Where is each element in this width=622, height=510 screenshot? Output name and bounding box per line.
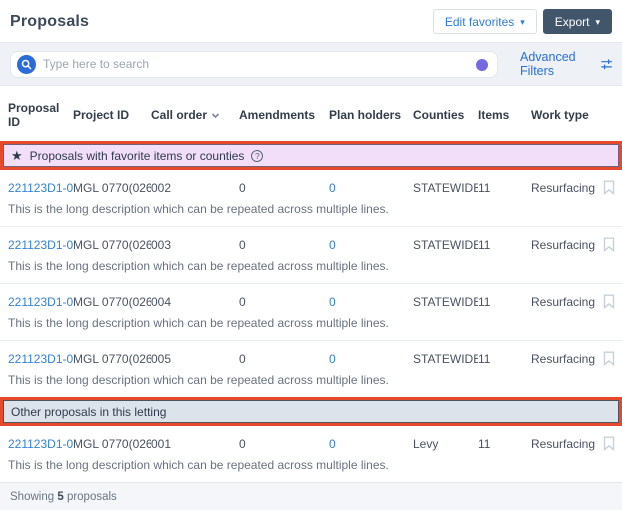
title-bar: Proposals Edit favorites ▾ Export ▾: [0, 0, 622, 42]
call-order-cell: 003: [151, 237, 172, 252]
items-cell: 11: [478, 180, 491, 195]
bookmark-icon[interactable]: [603, 351, 615, 366]
proposal-row: 221123D1-004 MGL 0770(026) 004 0 0 STATE…: [0, 284, 622, 341]
amendments-cell: 0: [239, 237, 246, 252]
export-label: Export: [554, 14, 590, 29]
call-order-cell: 004: [151, 294, 172, 309]
footer-count: 5: [57, 491, 64, 503]
favorites-section-label: Proposals with favorite items or countie…: [29, 148, 245, 163]
counties-cell: STATEWIDE: [413, 237, 478, 252]
proposal-description: This is the long description which can b…: [8, 202, 389, 216]
sort-chevron-icon: [211, 112, 220, 118]
proposal-row: 221123D1-003 MGL 0770(026) 003 0 0 STATE…: [0, 227, 622, 284]
work-type-cell: Resurfacing: [531, 180, 596, 195]
sliders-icon: [600, 58, 612, 69]
favorites-highlight-box: ★ Proposals with favorite items or count…: [0, 141, 622, 170]
work-type-cell: Resurfacing: [531, 237, 596, 252]
advanced-filters-link[interactable]: Advanced Filters: [520, 50, 612, 78]
proposal-description: This is the long description which can b…: [8, 458, 389, 472]
footer-prefix: Showing: [10, 491, 55, 503]
proposal-description: This is the long description which can b…: [8, 373, 389, 387]
proposal-row: 221123D1-005 MGL 0770(026) 005 0 0 STATE…: [0, 341, 622, 397]
column-header-call-order[interactable]: Call order: [151, 108, 239, 122]
amendments-cell: 0: [239, 294, 246, 309]
items-cell: 11: [478, 294, 491, 309]
column-header-plan-holders[interactable]: Plan holders: [329, 108, 413, 122]
column-header-project-id[interactable]: Project ID: [73, 108, 151, 122]
proposal-id-link[interactable]: 221123D1-003: [8, 238, 73, 252]
other-section-label: Other proposals in this letting: [11, 404, 167, 419]
footer-suffix: proposals: [66, 491, 117, 503]
work-type-cell: Resurfacing: [531, 294, 596, 309]
toolbar-actions: Edit favorites ▾ Export ▾: [432, 9, 612, 34]
items-cell: 11: [478, 436, 491, 451]
plan-holders-link[interactable]: 0: [329, 181, 413, 195]
project-id-cell: MGL 0770(026): [73, 294, 151, 309]
amendments-cell: 0: [239, 180, 246, 195]
project-id-cell: MGL 0770(026): [73, 180, 151, 195]
chevron-down-icon: ▾: [520, 17, 525, 27]
counties-cell: STATEWIDE: [413, 351, 478, 366]
proposal-id-link[interactable]: 221123D1-001: [8, 437, 73, 451]
search-box[interactable]: [10, 50, 498, 78]
bookmark-icon[interactable]: [603, 180, 615, 195]
project-id-cell: MGL 0770(026): [73, 237, 151, 252]
plan-holders-link[interactable]: 0: [329, 295, 413, 309]
proposal-row: 221123D1-002 MGL 0770(026) 002 0 0 STATE…: [0, 170, 622, 227]
edit-favorites-button[interactable]: Edit favorites ▾: [432, 9, 537, 34]
search-input[interactable]: [43, 57, 471, 71]
column-header-work-type[interactable]: Work type: [531, 108, 603, 122]
counties-cell: STATEWIDE: [413, 180, 478, 195]
counties-cell: Levy: [413, 436, 439, 451]
column-header-amendments[interactable]: Amendments: [239, 108, 329, 122]
column-header-proposal-id[interactable]: Proposal ID: [8, 101, 73, 129]
favorites-section-header: ★ Proposals with favorite items or count…: [3, 144, 619, 167]
call-order-cell: 001: [151, 436, 172, 451]
proposal-description: This is the long description which can b…: [8, 259, 389, 273]
search-band: Advanced Filters: [0, 42, 622, 86]
work-type-cell: Resurfacing: [531, 436, 596, 451]
plan-holders-link[interactable]: 0: [329, 352, 413, 366]
call-order-cell: 005: [151, 351, 172, 366]
export-button[interactable]: Export ▾: [542, 9, 612, 34]
status-dot: [476, 58, 488, 71]
project-id-cell: MGL 0770(026): [73, 436, 151, 451]
advanced-filters-label: Advanced Filters: [520, 50, 576, 78]
star-icon: ★: [11, 148, 23, 163]
items-cell: 11: [478, 351, 491, 366]
search-icon: [17, 54, 36, 74]
plan-holders-link[interactable]: 0: [329, 437, 413, 451]
bookmark-icon[interactable]: [603, 294, 615, 309]
other-section-highlight-box: Other proposals in this letting: [0, 397, 622, 426]
amendments-cell: 0: [239, 351, 246, 366]
work-type-cell: Resurfacing: [531, 351, 596, 366]
project-id-cell: MGL 0770(026): [73, 351, 151, 366]
column-header-items[interactable]: Items: [478, 108, 531, 122]
help-icon[interactable]: ?: [251, 149, 264, 162]
proposal-description: This is the long description which can b…: [8, 316, 389, 330]
table-header-row: Proposal ID Project ID Call order Amendm…: [0, 86, 622, 141]
counties-cell: STATEWIDE: [413, 294, 478, 309]
column-header-counties[interactable]: Counties: [413, 108, 478, 122]
proposal-id-link[interactable]: 221123D1-004: [8, 295, 73, 309]
table-footer: Showing 5 proposals: [0, 482, 622, 510]
amendments-cell: 0: [239, 436, 246, 451]
chevron-down-icon: ▾: [595, 17, 600, 27]
edit-favorites-label: Edit favorites: [444, 14, 515, 29]
items-cell: 11: [478, 237, 491, 252]
other-section-header: Other proposals in this letting: [3, 400, 619, 423]
page-title: Proposals: [10, 12, 90, 30]
call-order-cell: 002: [151, 180, 172, 195]
proposal-id-link[interactable]: 221123D1-002: [8, 181, 73, 195]
proposal-row: 221123D1-001 MGL 0770(026) 001 0 0 Levy …: [0, 426, 622, 482]
bookmark-icon[interactable]: [603, 237, 615, 252]
bookmark-icon[interactable]: [603, 436, 615, 451]
proposal-id-link[interactable]: 221123D1-005: [8, 352, 73, 366]
plan-holders-link[interactable]: 0: [329, 238, 413, 252]
